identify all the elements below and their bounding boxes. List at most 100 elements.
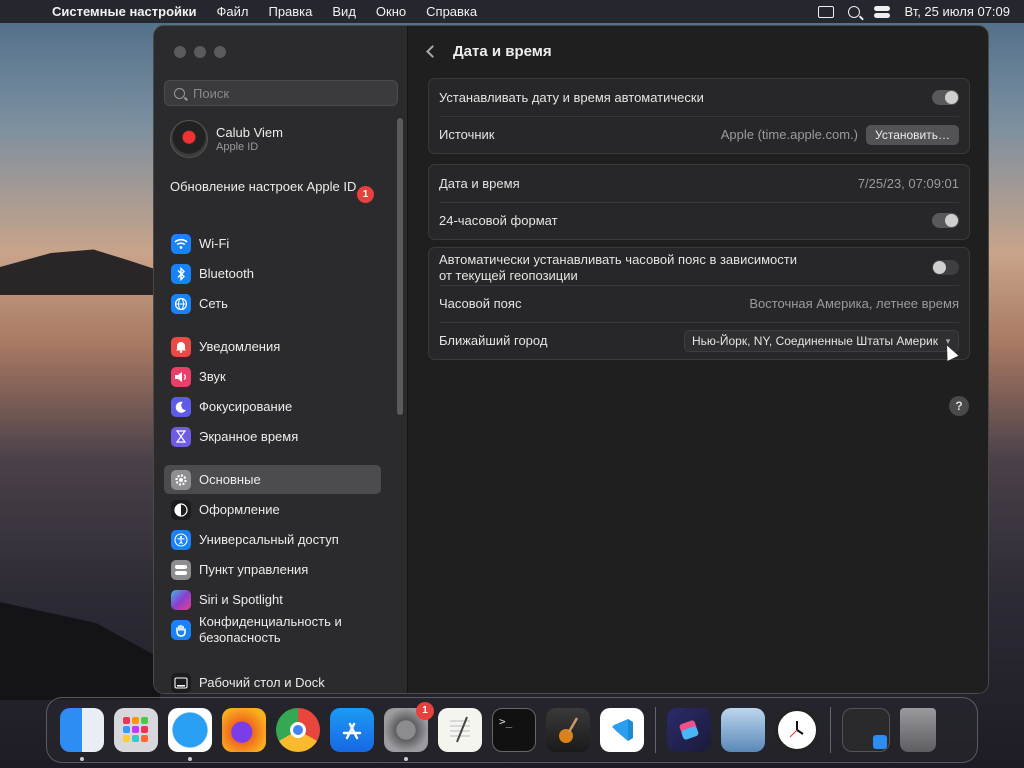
closest-city-combobox[interactable]: Нью-Йорк, NY, Соединенные Штаты Америк ▾ (683, 329, 959, 352)
datetime-group: Дата и время 7/25/23, 07:09:01 24-часово… (428, 164, 970, 240)
sidebar-item-bluetooth[interactable]: Bluetooth (164, 259, 381, 288)
stage-manager-icon[interactable] (818, 5, 835, 18)
system-settings-icon[interactable]: 1 (384, 702, 434, 761)
finder-icon[interactable] (60, 708, 104, 761)
sidebar-item-appearance[interactable]: Оформление (164, 495, 381, 524)
sidebar-item-label: Экранное время (199, 429, 299, 444)
window-controls (174, 46, 226, 58)
speaker-icon (171, 366, 191, 387)
control-center-icon (171, 559, 191, 580)
sidebar-item-focus[interactable]: Фокусирование (164, 392, 381, 421)
app-store-icon[interactable] (330, 708, 374, 752)
sidebar-item-siri-spotlight[interactable]: Siri и Spotlight (164, 585, 381, 614)
vscode-icon[interactable] (600, 708, 644, 752)
auto-datetime-label: Устанавливать дату и время автоматически (439, 90, 704, 105)
sidebar-item-accessibility[interactable]: Универсальный доступ (164, 525, 381, 554)
sidebar-item-notifications[interactable]: Уведомления (164, 332, 381, 361)
minimize-button[interactable] (194, 46, 206, 58)
garageband-icon[interactable] (546, 708, 590, 752)
menu-bar: Системные настройки Файл Правка Вид Окно… (0, 0, 1024, 23)
sidebar-item-label: Фокусирование (199, 399, 293, 414)
close-button[interactable] (174, 46, 186, 58)
wifi-icon (171, 233, 191, 254)
source-value: Apple (time.apple.com.) (720, 127, 859, 142)
datetime-value: 7/25/23, 07:09:01 (857, 176, 959, 191)
sidebar-item-control-center[interactable]: Пункт управления (164, 555, 381, 584)
sidebar-item-label: Wi-Fi (199, 236, 230, 251)
auto-timezone-toggle[interactable] (932, 260, 959, 275)
sidebar-item-desktop-dock[interactable]: Рабочий стол и Dock (164, 668, 381, 693)
zoom-button[interactable] (214, 46, 226, 58)
menu-help[interactable]: Справка (416, 4, 487, 19)
siri-icon (171, 589, 191, 610)
wallpaper-land-shadow (0, 602, 160, 700)
apple-id-profile[interactable]: Calub Viem Apple ID (170, 120, 283, 158)
auto-timezone-label: Автоматически устанавливать часовой пояс… (439, 252, 932, 284)
sidebar: Поиск Calub Viem Apple ID Обновление нас… (154, 26, 408, 693)
sidebar-item-general[interactable]: Основные (164, 465, 381, 494)
app-menu[interactable]: Системные настройки (52, 4, 207, 19)
sidebar-item-sound[interactable]: Звук (164, 362, 381, 391)
dock-icon (171, 672, 191, 693)
set-source-button[interactable]: Установить… (866, 124, 959, 145)
timezone-group: Автоматически устанавливать часовой пояс… (428, 247, 970, 360)
running-indicator (404, 757, 408, 761)
menu-window[interactable]: Окно (366, 4, 416, 19)
dock-separator (655, 707, 656, 753)
closest-city-value: Нью-Йорк, NY, Соединенные Штаты Америк (691, 333, 938, 348)
accessibility-icon (171, 529, 191, 550)
sidebar-item-wifi[interactable]: Wi-Fi (164, 229, 381, 258)
sidebar-item-privacy[interactable]: Конфиденциальность и безопасность (164, 612, 381, 648)
safari-icon[interactable] (168, 708, 212, 761)
chrome-icon[interactable] (276, 708, 320, 752)
profile-subtitle: Apple ID (216, 141, 259, 153)
appearance-icon (171, 499, 191, 520)
avatar (170, 120, 208, 158)
sidebar-item-network[interactable]: Сеть (164, 289, 381, 318)
back-chevron-icon[interactable] (426, 45, 439, 58)
minimized-window-icon[interactable] (842, 708, 890, 752)
settings-badge: 1 (416, 702, 434, 720)
auto-datetime-toggle[interactable] (932, 90, 959, 105)
control-center-icon[interactable] (874, 5, 891, 18)
menu-view[interactable]: Вид (322, 4, 366, 19)
datetime-label: Дата и время (439, 176, 520, 191)
textedit-icon[interactable] (438, 708, 482, 752)
menu-clock[interactable]: Вт, 25 июля 07:09 (904, 4, 1010, 19)
menu-edit[interactable]: Правка (258, 4, 322, 19)
shortcuts-icon[interactable] (667, 708, 711, 752)
sidebar-item-label: Пункт управления (199, 562, 309, 577)
sidebar-item-label: Основные (199, 472, 261, 487)
search-input[interactable]: Поиск (164, 80, 398, 106)
sidebar-item-label: Конфиденциальность и безопасность (199, 614, 342, 645)
spotlight-icon[interactable] (848, 5, 861, 18)
format24-row: 24-часовой формат (429, 202, 969, 239)
timezone-value: Восточная Америка, летнее время (749, 296, 959, 311)
gear-icon (171, 469, 191, 490)
sidebar-item-label: Сеть (199, 296, 228, 311)
auto-timezone-label-line1: Автоматически устанавливать часовой пояс… (439, 251, 797, 267)
source-row: Источник Apple (time.apple.com.) Установ… (429, 116, 969, 153)
format24-toggle[interactable] (932, 213, 959, 228)
sidebar-item-screen-time[interactable]: Экранное время (164, 422, 381, 451)
menu-file[interactable]: Файл (207, 4, 259, 19)
preview-icon[interactable] (721, 708, 765, 752)
trash-icon[interactable] (900, 708, 936, 752)
sidebar-item-label: Уведомления (199, 339, 281, 354)
settings-window: Поиск Calub Viem Apple ID Обновление нас… (153, 25, 989, 694)
terminal-icon[interactable]: >_ (492, 708, 536, 752)
sidebar-item-label: Siri и Spotlight (199, 592, 283, 607)
pane-header: Дата и время (426, 43, 552, 60)
firefox-icon[interactable] (222, 708, 266, 752)
dock-separator (830, 707, 831, 753)
bluetooth-icon (171, 263, 191, 284)
sidebar-scrollbar[interactable] (397, 118, 403, 415)
format24-label: 24-часовой формат (439, 213, 558, 228)
clock-icon[interactable] (775, 708, 819, 752)
moon-icon (171, 396, 191, 417)
apple-id-update-item[interactable]: Обновление настроек Apple ID (170, 179, 380, 195)
launchpad-icon[interactable] (114, 708, 158, 752)
sidebar-item-label: Bluetooth (199, 266, 254, 281)
hand-icon (171, 620, 191, 640)
help-button[interactable]: ? (949, 396, 969, 416)
